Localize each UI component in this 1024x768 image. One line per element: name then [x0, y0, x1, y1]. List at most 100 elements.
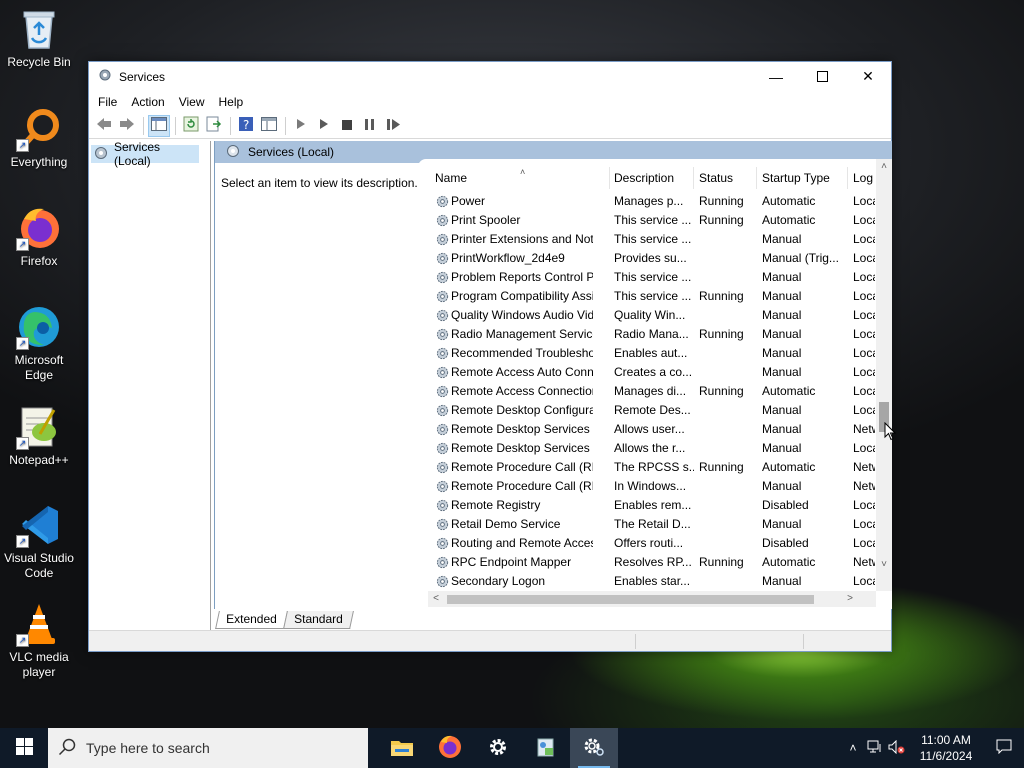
scroll-left-icon[interactable]: <: [428, 591, 444, 607]
volume-muted-icon[interactable]: [887, 739, 907, 757]
minimize-button[interactable]: —: [753, 62, 799, 91]
service-gear-icon: [435, 403, 450, 420]
table-row[interactable]: Recommended Troublesho... Enables aut... M…: [418, 344, 876, 363]
service-startup-type: Manual: [762, 232, 802, 246]
properties-button[interactable]: [258, 115, 280, 137]
service-gear-icon: [435, 194, 450, 211]
column-header-description[interactable]: Description: [609, 167, 694, 189]
table-row[interactable]: Retail Demo Service The Retail D... Manual…: [418, 515, 876, 534]
column-header-log-on-as[interactable]: Log: [848, 167, 876, 189]
notification-center-button[interactable]: [984, 739, 1024, 757]
column-header-name[interactable]: ˄ Name: [430, 167, 610, 189]
table-row[interactable]: Remote Access Connection... Manages di...…: [418, 382, 876, 401]
table-row[interactable]: Radio Management Service Radio Mana... Run…: [418, 325, 876, 344]
scroll-down-icon[interactable]: ˅: [876, 557, 892, 573]
service-name: Remote Registry: [435, 496, 593, 515]
service-gear-icon: [435, 213, 450, 230]
column-header-startup-type[interactable]: Startup Type: [757, 167, 848, 189]
show-hidden-icons-chevron-icon[interactable]: ˄: [843, 741, 863, 755]
table-row[interactable]: Routing and Remote Access Offers routi...…: [418, 534, 876, 553]
service-status: Running: [699, 213, 744, 227]
console-tree: Services (Local): [89, 140, 211, 630]
table-row[interactable]: Remote Procedure Call (RPC) The RPCSS s..…: [418, 458, 876, 477]
table-row[interactable]: RPC Endpoint Mapper Resolves RP... Running…: [418, 553, 876, 572]
taskbar-search-box[interactable]: Type here to search: [48, 728, 368, 768]
desktop-icon-everything[interactable]: ↗ Everything: [2, 106, 76, 170]
desktop-icon-edge[interactable]: ↗ Microsoft Edge: [2, 304, 76, 383]
start-service-alt-button[interactable]: [313, 115, 335, 137]
table-row[interactable]: Power Manages p... Running Automatic Loca: [418, 192, 876, 211]
service-description: This service ...: [614, 289, 692, 303]
table-row[interactable]: Remote Registry Enables rem... Disabled Loc…: [418, 496, 876, 515]
service-gear-icon: [435, 365, 450, 382]
desktop-icon-recycle-bin[interactable]: Recycle Bin: [2, 6, 76, 70]
file-explorer-icon: [391, 738, 413, 759]
tab-extended[interactable]: Extended: [215, 611, 288, 629]
show-hide-console-tree-button[interactable]: [148, 114, 170, 137]
service-startup-type: Manual: [762, 346, 802, 360]
forward-button[interactable]: [116, 115, 138, 137]
close-button[interactable]: ✕: [845, 62, 891, 91]
taskbar-control-panel[interactable]: [522, 728, 570, 768]
column-headers: ˄ Name Description Status Startup Type L…: [418, 167, 876, 189]
table-row[interactable]: Problem Reports Control Pa... This servic…: [418, 268, 876, 287]
column-header-status[interactable]: Status: [694, 167, 757, 189]
vertical-scrollbar[interactable]: ˄ ˅: [876, 159, 892, 591]
service-startup-type: Manual: [762, 289, 802, 303]
table-row[interactable]: Printer Extensions and Notif... This serv…: [418, 230, 876, 249]
back-button[interactable]: [93, 115, 115, 137]
tab-standard[interactable]: Standard: [282, 611, 354, 629]
help-button[interactable]: ?: [235, 115, 257, 137]
tree-item-services-local[interactable]: Services (Local): [91, 140, 199, 168]
restart-service-button[interactable]: [382, 115, 404, 137]
export-list-button[interactable]: [203, 115, 225, 137]
start-button[interactable]: [0, 728, 48, 768]
service-log-on-as: Netw: [853, 460, 875, 474]
network-icon[interactable]: [865, 740, 885, 757]
pause-service-button[interactable]: [359, 115, 381, 137]
taskbar-settings[interactable]: [474, 728, 522, 768]
service-name: Printer Extensions and Notif...: [435, 230, 593, 249]
menu-action[interactable]: Action: [124, 95, 171, 109]
table-row[interactable]: Remote Procedure Call (RP... In Windows..…: [418, 477, 876, 496]
table-row[interactable]: PrintWorkflow_2d4e9 Provides su... Manual …: [418, 249, 876, 268]
menu-help[interactable]: Help: [212, 95, 251, 109]
desktop-icon-vlc[interactable]: ↗ VLC media player: [2, 601, 76, 680]
maximize-icon: [816, 69, 828, 85]
services-app-icon: [97, 67, 113, 86]
horizontal-scrollbar[interactable]: < >: [428, 591, 876, 607]
menu-file[interactable]: File: [91, 95, 124, 109]
table-row[interactable]: Remote Desktop Configurat... Remote Des..…: [418, 401, 876, 420]
table-row[interactable]: Remote Access Auto Conne... Creates a co.…: [418, 363, 876, 382]
desktop-icon-firefox[interactable]: ↗ Firefox: [2, 205, 76, 269]
service-startup-type: Manual: [762, 422, 802, 436]
scroll-up-icon[interactable]: ˄: [876, 159, 892, 175]
refresh-button[interactable]: [180, 115, 202, 137]
title-bar[interactable]: Services — ✕: [89, 62, 891, 91]
desktop-icon-vscode[interactable]: ↗ Visual Studio Code: [2, 502, 76, 581]
maximize-button[interactable]: [799, 62, 845, 91]
service-name: Power: [435, 192, 593, 211]
taskbar-firefox[interactable]: [426, 728, 474, 768]
table-row[interactable]: Remote Desktop Services U... Allows the r…: [418, 439, 876, 458]
service-name: Secondary Logon: [435, 572, 593, 590]
forward-arrow-icon: [119, 117, 135, 134]
service-gear-icon: [435, 479, 450, 496]
taskbar-file-explorer[interactable]: [378, 728, 426, 768]
table-row[interactable]: Quality Windows Audio Vid... Quality Win.…: [418, 306, 876, 325]
scroll-right-icon[interactable]: >: [842, 591, 858, 607]
start-service-button[interactable]: [290, 115, 312, 137]
menu-view[interactable]: View: [172, 95, 212, 109]
table-row[interactable]: Remote Desktop Services Allows user... Man…: [418, 420, 876, 439]
table-row[interactable]: Program Compatibility Assi... This servic…: [418, 287, 876, 306]
table-row[interactable]: Secondary Logon Enables star... Manual Loca: [418, 572, 876, 590]
service-startup-type: Manual: [762, 574, 802, 588]
stop-service-button[interactable]: [336, 115, 358, 137]
desktop-icon-notepadpp[interactable]: ↗ Notepad++: [2, 404, 76, 468]
horizontal-scroll-thumb[interactable]: [447, 595, 814, 604]
clock[interactable]: 11:00 AM 11/6/2024: [908, 732, 984, 764]
table-row[interactable]: Print Spooler This service ... Running Auto…: [418, 211, 876, 230]
taskbar-services[interactable]: [570, 728, 618, 768]
details-header-title: Services (Local): [248, 145, 335, 159]
service-description: The RPCSS s...: [614, 460, 694, 474]
